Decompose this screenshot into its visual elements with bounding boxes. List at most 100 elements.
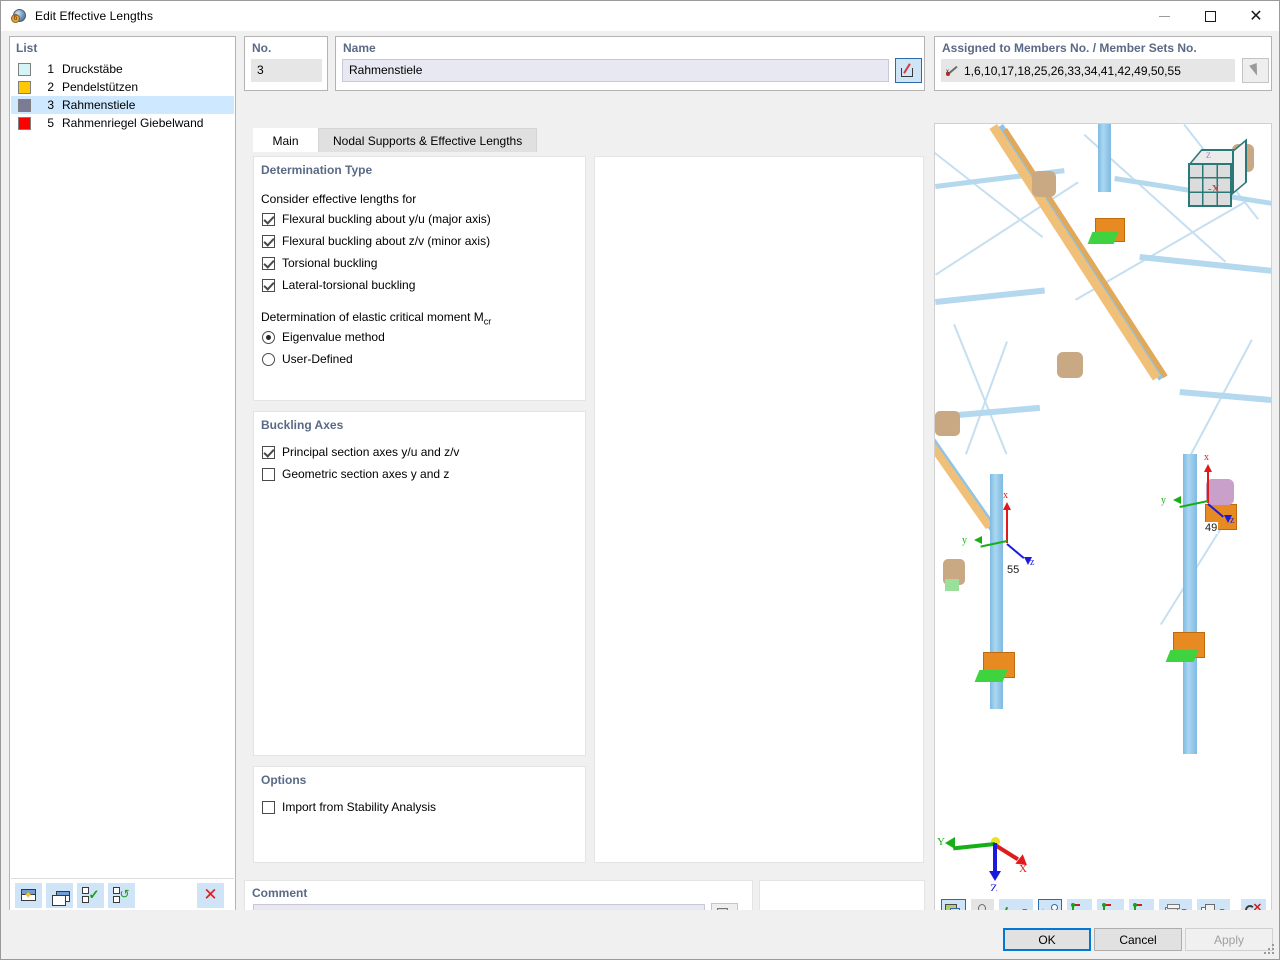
- list-item[interactable]: 1 Druckstäbe: [11, 60, 234, 78]
- name-field-group: Name Rahmenstiele: [335, 36, 925, 91]
- checkbox-label: Flexural buckling about y/u (major axis): [282, 212, 491, 226]
- resize-grip[interactable]: [1264, 944, 1276, 956]
- list-panel-title: List: [16, 41, 38, 55]
- checkbox-geometric-axes[interactable]: Geometric section axes y and z: [262, 467, 449, 481]
- checkbox-lateral-torsional[interactable]: Lateral-torsional buckling: [262, 278, 415, 292]
- radio-label: User-Defined: [282, 352, 353, 366]
- checkbox-torsional[interactable]: Torsional buckling: [262, 256, 377, 270]
- checkbox-icon: [262, 467, 275, 481]
- checkbox-icon: [262, 256, 275, 270]
- member-icon: x: [945, 64, 960, 78]
- list-item-label: Rahmenstiele: [62, 98, 136, 112]
- axis-label-z: z: [1030, 557, 1035, 568]
- tab-main[interactable]: Main: [253, 128, 318, 152]
- list-items[interactable]: 1 Druckstäbe 2 Pendelstützen 3 Rahmensti…: [11, 60, 234, 878]
- navigation-cube[interactable]: -X Z: [1184, 138, 1248, 211]
- checkbox-import-stability[interactable]: Import from Stability Analysis: [262, 800, 436, 814]
- checkbox-label: Import from Stability Analysis: [282, 800, 437, 814]
- mcr-label-text: Determination of elastic critical moment…: [261, 310, 484, 324]
- list-item-selected[interactable]: 3 Rahmenstiele: [11, 96, 234, 114]
- list-item[interactable]: 5 Rahmenriegel Giebelwand: [11, 114, 234, 132]
- details-panel: [594, 156, 924, 863]
- radio-icon: [262, 330, 275, 344]
- list-item[interactable]: 2 Pendelstützen: [11, 78, 234, 96]
- mcr-subscript: cr: [483, 316, 492, 327]
- checkbox-label: Lateral-torsional buckling: [282, 278, 416, 292]
- close-icon: ✕: [1249, 6, 1263, 25]
- options-panel: Options Import from Stability Analysis: [253, 766, 586, 863]
- global-axis-label-x: X: [1019, 863, 1027, 875]
- number-field-label: No.: [252, 41, 272, 55]
- axis-label-y: y: [1161, 495, 1166, 506]
- cursor-pick-icon: [1248, 62, 1262, 78]
- member-axes-55: x y z: [962, 490, 1048, 568]
- checkbox-label: Flexural buckling about z/v (minor axis): [282, 234, 491, 248]
- cancel-button[interactable]: Cancel: [1094, 928, 1182, 951]
- mcr-label: Determination of elastic critical moment…: [261, 310, 491, 326]
- global-axes-indicator: Y X Z: [937, 829, 1031, 891]
- list-item-label: Pendelstützen: [62, 80, 139, 94]
- invert-selection-button[interactable]: ↺: [108, 882, 135, 908]
- list-item-number: 2: [47, 80, 54, 94]
- pick-members-button[interactable]: [1242, 58, 1269, 83]
- new-window-icon: ✦: [21, 889, 36, 901]
- radio-user-defined[interactable]: User-Defined: [262, 352, 353, 366]
- window-title: Edit Effective Lengths: [35, 9, 154, 23]
- color-swatch: [18, 62, 31, 76]
- ok-button[interactable]: OK: [1003, 928, 1091, 951]
- dialog-footer: OK Cancel Apply: [1, 910, 1279, 959]
- tab-nodal-supports-label: Nodal Supports & Effective Lengths: [333, 133, 523, 148]
- delete-item-button[interactable]: ✕: [197, 882, 224, 908]
- axis-label-y: y: [962, 535, 967, 546]
- checkbox-flexural-z[interactable]: Flexural buckling about z/v (minor axis): [262, 234, 490, 248]
- checkbox-flexural-y[interactable]: Flexural buckling about y/u (major axis): [262, 212, 491, 226]
- model-viewport[interactable]: -X Z x y z 55 x y z 49 Y X Z ✕: [934, 123, 1272, 932]
- checkbox-label: Principal section axes y/u and z/v: [282, 445, 460, 459]
- buckling-axes-title: Buckling Axes: [261, 418, 344, 432]
- determination-type-title: Determination Type: [261, 163, 373, 177]
- maximize-button[interactable]: [1187, 1, 1233, 31]
- number-field-group: No. 3: [244, 36, 328, 91]
- assigned-members-value: 1,6,10,17,18,25,26,33,34,41,42,49,50,55: [964, 63, 1181, 78]
- radio-eigenvalue-method[interactable]: Eigenvalue method: [262, 330, 385, 344]
- checkbox-label: Geometric section axes y and z: [282, 467, 450, 481]
- checkbox-icon: [262, 800, 275, 814]
- copy-window-icon: [49, 887, 71, 906]
- assigned-members-label: Assigned to Members No. / Member Sets No…: [942, 41, 1197, 55]
- axis-label-z: z: [1230, 515, 1235, 526]
- checkbox-icon: [262, 212, 275, 226]
- buckling-axes-panel: Buckling Axes Principal section axes y/u…: [253, 411, 586, 756]
- list-item-number: 5: [47, 116, 54, 130]
- member-axes-49: x y z: [1161, 452, 1241, 526]
- list-panel: List 1 Druckstäbe 2 Pendelstützen 3 Rahm…: [9, 36, 236, 913]
- consider-effective-lengths-label: Consider effective lengths for: [261, 192, 417, 206]
- checkbox-label: Torsional buckling: [282, 256, 378, 270]
- tab-nodal-supports[interactable]: Nodal Supports & Effective Lengths: [318, 128, 538, 152]
- new-item-button[interactable]: ✦: [15, 882, 42, 908]
- name-input[interactable]: Rahmenstiele: [342, 59, 889, 82]
- close-button[interactable]: ✕: [1233, 1, 1279, 31]
- number-input[interactable]: 3: [251, 59, 322, 82]
- checkbox-icon: [262, 445, 275, 459]
- options-title: Options: [261, 773, 307, 787]
- apply-button[interactable]: Apply: [1185, 928, 1273, 951]
- dialog-window: 6 Edit Effective Lengths ✕ List 1 Drucks…: [0, 0, 1280, 960]
- dialog-body: List 1 Druckstäbe 2 Pendelstützen 3 Rahm…: [1, 31, 1279, 959]
- assigned-members-input[interactable]: x 1,6,10,17,18,25,26,33,34,41,42,49,50,5…: [941, 59, 1235, 82]
- red-x-icon: ✕: [203, 884, 218, 905]
- checkbox-principal-axes[interactable]: Principal section axes y/u and z/v: [262, 445, 459, 459]
- axis-label-x: x: [1204, 452, 1209, 463]
- app-globe-icon: 6: [11, 8, 27, 24]
- select-all-button[interactable]: ✓: [77, 882, 104, 908]
- minimize-button[interactable]: [1141, 1, 1187, 31]
- model-3d-scene[interactable]: -X Z x y z 55 x y z 49 Y X Z: [935, 124, 1271, 891]
- comment-label: Comment: [252, 886, 308, 900]
- copy-item-button[interactable]: [46, 882, 73, 908]
- color-swatch: [18, 80, 31, 94]
- pencil-icon: [901, 63, 916, 77]
- color-swatch: [18, 98, 31, 112]
- edit-name-button[interactable]: [895, 58, 922, 83]
- cancel-button-label: Cancel: [1119, 932, 1157, 947]
- ok-button-label: OK: [1038, 932, 1056, 947]
- color-swatch: [18, 116, 31, 130]
